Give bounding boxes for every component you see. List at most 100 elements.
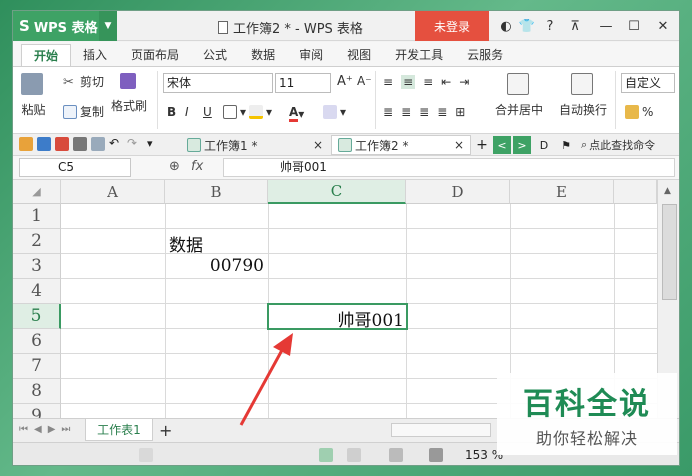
row-header-2[interactable]: 2 bbox=[13, 229, 61, 254]
distributed-icon[interactable]: ⊞ bbox=[455, 105, 465, 119]
normal-view-icon[interactable] bbox=[319, 448, 333, 462]
tab-insert[interactable]: 插入 bbox=[71, 44, 119, 66]
close-icon[interactable]: × bbox=[454, 138, 464, 152]
cell-c5[interactable]: 帅哥001 bbox=[271, 306, 404, 331]
d-icon[interactable]: D bbox=[535, 136, 553, 154]
align-middle-icon[interactable]: ≡ bbox=[401, 75, 416, 89]
tab-prev-icon[interactable]: < bbox=[493, 136, 511, 154]
sheet-tab-1[interactable]: 工作表1 bbox=[85, 419, 153, 441]
scroll-up-icon[interactable]: ▲ bbox=[664, 186, 671, 196]
restore-ribbon-icon[interactable]: ⊼ bbox=[565, 11, 585, 41]
row-header-1[interactable]: 1 bbox=[13, 204, 61, 229]
maximize-icon[interactable]: ☐ bbox=[621, 11, 647, 41]
scroll-thumb[interactable] bbox=[662, 204, 677, 300]
select-all-corner[interactable]: ◢ bbox=[13, 180, 61, 204]
close-icon[interactable]: ✕ bbox=[649, 11, 677, 41]
app-menu-button[interactable]: S WPS 表格 ▼ bbox=[13, 11, 117, 41]
print-preview-icon[interactable] bbox=[91, 137, 105, 151]
number-format-select[interactable]: 自定义 bbox=[621, 73, 675, 93]
tab-view[interactable]: 视图 bbox=[335, 44, 383, 66]
cut-button[interactable]: ✂ 剪切 bbox=[63, 73, 104, 90]
font-color-button[interactable]: A ▾ bbox=[289, 105, 304, 122]
tab-home[interactable]: 开始 bbox=[21, 44, 72, 66]
reading-view-icon[interactable] bbox=[429, 448, 443, 462]
column-header-a[interactable]: A bbox=[61, 180, 165, 204]
row-header-3[interactable]: 3 bbox=[13, 254, 61, 279]
tab-next-icon[interactable]: > bbox=[513, 136, 531, 154]
save-icon[interactable] bbox=[37, 137, 51, 151]
shirt-icon[interactable]: 👕 bbox=[517, 11, 537, 41]
command-search[interactable]: ⌕ 点此查找命令 bbox=[581, 137, 655, 153]
add-sheet-icon[interactable]: + bbox=[159, 421, 172, 440]
auto-wrap-button[interactable]: 自动换行 bbox=[559, 73, 607, 118]
column-header-e[interactable]: E bbox=[510, 180, 614, 204]
flag-icon[interactable]: ⚑ bbox=[557, 136, 575, 154]
paste-button[interactable]: 粘贴 bbox=[21, 73, 46, 118]
close-icon[interactable]: × bbox=[313, 138, 323, 152]
open-icon[interactable] bbox=[19, 137, 33, 151]
border-button[interactable]: ▾ bbox=[223, 105, 246, 119]
print-icon[interactable] bbox=[73, 137, 87, 151]
last-sheet-icon[interactable]: ⏭ bbox=[61, 424, 70, 435]
row-header-9[interactable]: 9 bbox=[13, 404, 61, 418]
bold-button[interactable]: B bbox=[167, 105, 176, 119]
customize-icon[interactable]: ▾ bbox=[147, 137, 161, 151]
grow-font-button[interactable]: A⁺ bbox=[337, 74, 353, 89]
zoom-lookup-icon[interactable]: ⊕ bbox=[169, 159, 180, 174]
indent-increase-icon[interactable]: ⇥ bbox=[459, 75, 469, 89]
column-header-b[interactable]: B bbox=[165, 180, 268, 204]
percent-button[interactable]: % bbox=[625, 105, 653, 119]
row-header-7[interactable]: 7 bbox=[13, 354, 61, 379]
align-left-icon[interactable]: ≣ bbox=[383, 105, 393, 119]
formula-input[interactable]: 帅哥001 bbox=[223, 158, 675, 177]
font-name-select[interactable]: 宋体 bbox=[163, 73, 273, 93]
prev-sheet-icon[interactable]: ◀ bbox=[34, 424, 42, 435]
tab-page-layout[interactable]: 页面布局 bbox=[119, 44, 191, 66]
column-header-d[interactable]: D bbox=[406, 180, 510, 204]
tab-developer[interactable]: 开发工具 bbox=[383, 44, 455, 66]
export-pdf-icon[interactable] bbox=[55, 137, 69, 151]
function-icon[interactable]: fx bbox=[191, 159, 203, 174]
italic-button[interactable]: I bbox=[185, 105, 189, 119]
help-icon[interactable]: ? bbox=[539, 11, 561, 41]
cell-b3[interactable]: 00790 bbox=[169, 256, 264, 276]
page-layout-view-icon[interactable] bbox=[347, 448, 361, 462]
macro-icon[interactable] bbox=[139, 448, 153, 462]
horizontal-scrollbar[interactable] bbox=[391, 423, 491, 437]
align-bottom-icon[interactable]: ≡ bbox=[423, 75, 433, 89]
font-size-select[interactable]: 11 bbox=[275, 73, 331, 93]
next-sheet-icon[interactable]: ▶ bbox=[48, 424, 56, 435]
shrink-font-button[interactable]: A⁻ bbox=[357, 74, 372, 88]
undo-icon[interactable]: ↶ bbox=[109, 136, 123, 150]
redo-icon[interactable]: ↷ bbox=[127, 136, 141, 150]
copy-button[interactable]: 复制 bbox=[63, 103, 104, 120]
underline-button[interactable]: U bbox=[203, 105, 212, 119]
first-sheet-icon[interactable]: ⏮ bbox=[19, 424, 28, 435]
row-header-4[interactable]: 4 bbox=[13, 279, 61, 304]
tab-cloud[interactable]: 云服务 bbox=[455, 44, 515, 66]
indent-decrease-icon[interactable]: ⇤ bbox=[441, 75, 451, 89]
column-header-c[interactable]: C bbox=[268, 180, 406, 204]
align-center-icon[interactable]: ≣ bbox=[401, 105, 411, 119]
row-header-5[interactable]: 5 bbox=[13, 304, 61, 329]
doc-tab-workbook2[interactable]: 工作簿2 * × bbox=[331, 135, 471, 155]
column-header-f[interactable] bbox=[614, 180, 657, 204]
tab-formulas[interactable]: 公式 bbox=[191, 44, 239, 66]
row-header-8[interactable]: 8 bbox=[13, 379, 61, 404]
login-button[interactable]: 未登录 bbox=[415, 11, 489, 41]
doc-tab-workbook1[interactable]: 工作簿1 * × bbox=[181, 135, 329, 155]
new-tab-icon[interactable]: + bbox=[473, 136, 491, 154]
tab-review[interactable]: 审阅 bbox=[287, 44, 335, 66]
format-painter-button[interactable]: 格式刷 bbox=[111, 73, 147, 114]
tab-data[interactable]: 数据 bbox=[239, 44, 287, 66]
justify-icon[interactable]: ≣ bbox=[437, 105, 447, 119]
page-break-view-icon[interactable] bbox=[389, 448, 403, 462]
row-header-6[interactable]: 6 bbox=[13, 329, 61, 354]
name-box[interactable]: C5 bbox=[19, 158, 131, 177]
minimize-icon[interactable]: — bbox=[593, 11, 619, 41]
align-right-icon[interactable]: ≣ bbox=[419, 105, 429, 119]
align-top-icon[interactable]: ≡ bbox=[383, 75, 393, 89]
cell-b2[interactable]: 数据 bbox=[169, 231, 203, 256]
clear-format-button[interactable]: ▾ bbox=[323, 105, 346, 119]
fill-color-button[interactable]: ▾ bbox=[249, 105, 272, 119]
